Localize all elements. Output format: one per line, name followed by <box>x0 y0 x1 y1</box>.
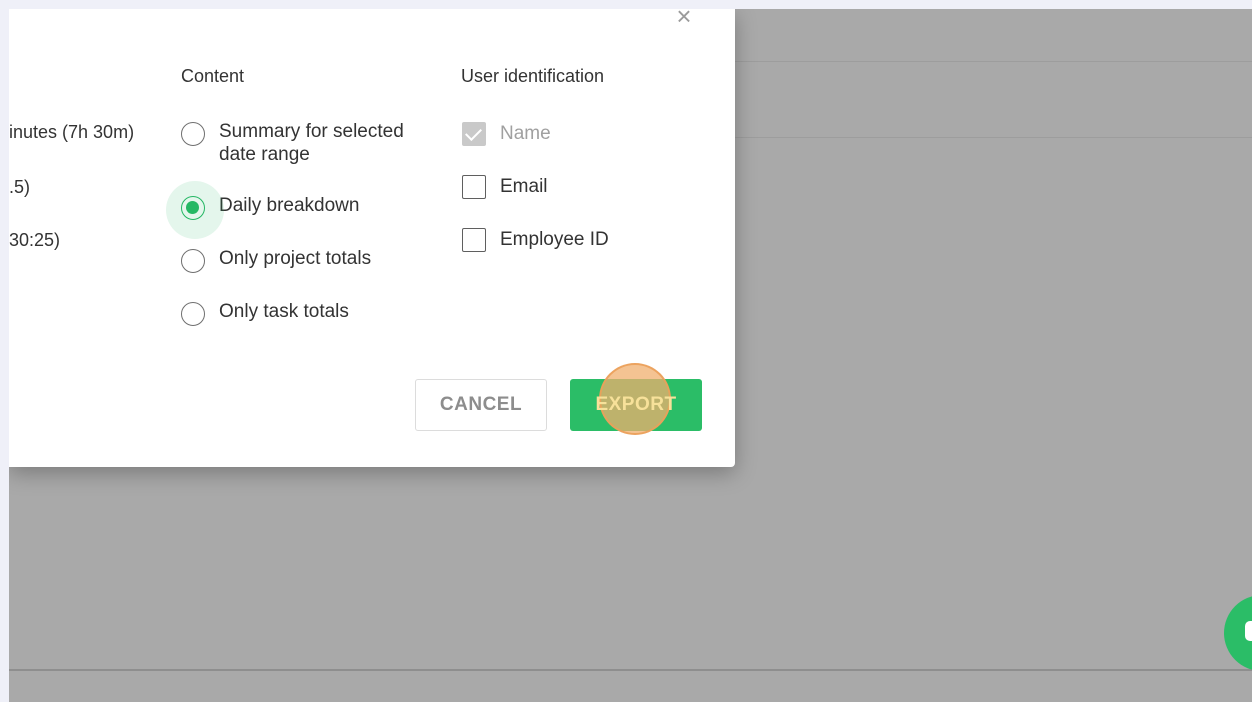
radio-icon[interactable] <box>181 122 205 146</box>
content-option-label: Daily breakdown <box>219 195 360 216</box>
export-button[interactable] <box>570 379 702 431</box>
close-icon[interactable]: × <box>673 9 695 29</box>
content-heading: Content <box>181 66 245 86</box>
radio-icon[interactable] <box>181 302 205 326</box>
time-format-option-label[interactable]: inutes (7h 30m) <box>9 122 134 143</box>
user-id-option-email[interactable]: Email <box>462 175 548 199</box>
checkbox-checked-icon[interactable] <box>462 122 486 146</box>
user-id-option-name[interactable]: Name <box>462 122 551 146</box>
user-id-option-label: Employee ID <box>500 229 609 250</box>
content-option-task-totals[interactable]: Only task totals <box>181 300 349 326</box>
user-identification-heading: User identification <box>461 66 605 86</box>
radio-checked-icon[interactable] <box>166 181 224 239</box>
content-option-daily-breakdown[interactable]: Daily breakdown <box>166 181 360 239</box>
time-format-option-label[interactable]: 30:25) <box>9 230 60 251</box>
app-background: × inutes (7h 30m) .5) 30:25) Content Sum… <box>9 9 1252 702</box>
content-option-label: Only task totals <box>219 301 349 322</box>
checkbox-icon[interactable] <box>462 175 486 199</box>
user-id-option-label: Name <box>500 123 551 144</box>
user-id-option-employee-id[interactable]: Employee ID <box>462 228 609 252</box>
chat-icon <box>1245 621 1252 641</box>
content-option-label: Summary for selected date range <box>219 121 404 165</box>
chat-button[interactable] <box>1224 595 1252 671</box>
content-option-label: Only project totals <box>219 248 372 269</box>
content-option-project-totals[interactable]: Only project totals <box>181 247 371 273</box>
cancel-button[interactable]: CANCEL <box>415 379 547 431</box>
checkbox-icon[interactable] <box>462 228 486 252</box>
focus-halo <box>166 181 224 239</box>
user-id-option-label: Email <box>500 176 548 197</box>
background-divider <box>9 669 1252 671</box>
time-format-option-label[interactable]: .5) <box>9 177 30 198</box>
content-option-summary[interactable]: Summary for selected date range <box>181 120 404 166</box>
radio-icon[interactable] <box>181 249 205 273</box>
export-dialog: × inutes (7h 30m) .5) 30:25) Content Sum… <box>9 9 735 467</box>
